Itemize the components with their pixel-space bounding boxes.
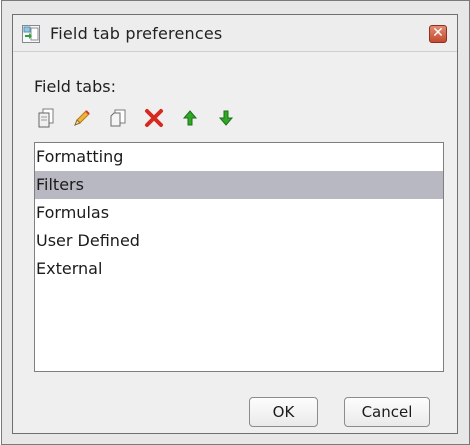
arrow-down-icon xyxy=(217,109,235,131)
delete-icon xyxy=(143,107,165,133)
list-item-formulas[interactable]: Formulas xyxy=(35,199,443,227)
rename-button[interactable] xyxy=(70,108,94,132)
list-toolbar xyxy=(34,108,244,132)
field-tabs-list[interactable]: Formatting Filters Formulas User Defined… xyxy=(34,142,444,372)
list-item-formatting[interactable]: Formatting xyxy=(35,143,443,171)
field-tab-preferences-dialog: Field tab preferences ✕ Field tabs: Form… xyxy=(12,14,458,434)
copy-button[interactable] xyxy=(34,108,58,132)
window-title: Field tab preferences xyxy=(50,24,223,43)
list-item-external[interactable]: External xyxy=(35,255,443,283)
delete-button[interactable] xyxy=(142,108,166,132)
pencil-icon xyxy=(72,108,92,132)
ok-button[interactable]: OK xyxy=(249,397,318,427)
cancel-button[interactable]: Cancel xyxy=(344,397,430,427)
copy-icon xyxy=(37,108,55,132)
close-icon: ✕ xyxy=(432,25,444,41)
move-down-button[interactable] xyxy=(214,108,238,132)
title-bar[interactable]: Field tab preferences ✕ xyxy=(13,15,457,52)
duplicate-button[interactable] xyxy=(106,108,130,132)
move-up-button[interactable] xyxy=(178,108,202,132)
close-button[interactable]: ✕ xyxy=(429,25,447,43)
arrow-up-icon xyxy=(181,109,199,131)
field-tabs-label: Field tabs: xyxy=(34,77,116,96)
field-tab-preferences-icon xyxy=(22,25,40,43)
list-item-user-defined[interactable]: User Defined xyxy=(35,227,443,255)
list-item-filters[interactable]: Filters xyxy=(35,171,443,199)
duplicate-icon xyxy=(108,108,128,132)
